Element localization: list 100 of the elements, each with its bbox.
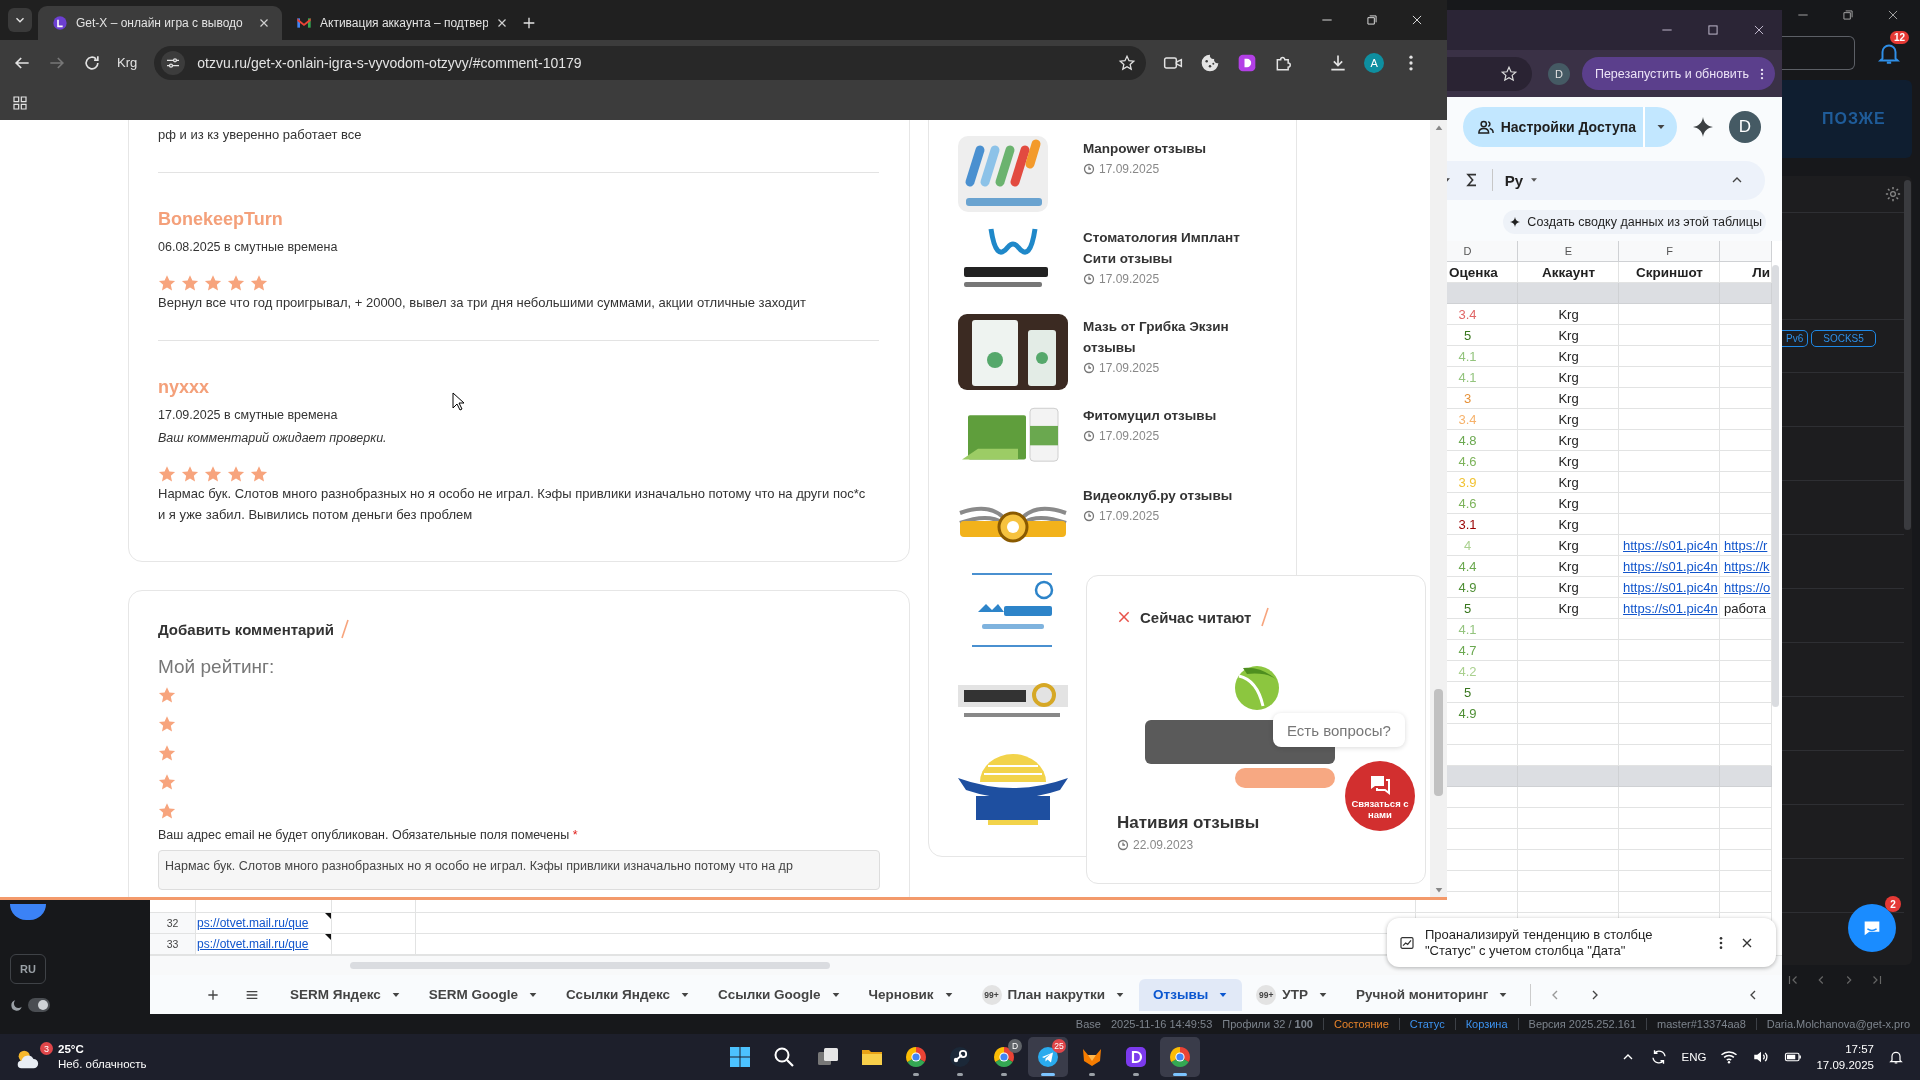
sheet-tab[interactable]: 99+ УТР bbox=[1242, 978, 1342, 1011]
close-icon[interactable] bbox=[1410, 13, 1424, 27]
star-icon[interactable] bbox=[1118, 53, 1137, 72]
score-cell: 4.7 bbox=[1458, 642, 1477, 658]
table-cell: Krg bbox=[1558, 306, 1579, 322]
cell-link[interactable]: ps://otvet.mail.ru/que bbox=[197, 916, 309, 930]
chat-prompt[interactable]: Есть вопросы? bbox=[1273, 713, 1405, 747]
cell-link[interactable]: https://k bbox=[1724, 558, 1770, 574]
theme-toggle[interactable] bbox=[28, 998, 50, 1012]
clock-date[interactable]: 17.09.2025 bbox=[1816, 1057, 1874, 1073]
site-settings-icon[interactable] bbox=[161, 50, 186, 75]
sheet-tab[interactable]: 99+ План накрутки bbox=[967, 978, 1140, 1011]
cell-link[interactable]: https://o bbox=[1724, 579, 1771, 595]
temperature-text[interactable]: 25°C bbox=[58, 1042, 147, 1057]
scroll-down-icon[interactable] bbox=[1433, 885, 1444, 895]
row-number[interactable]: 33 bbox=[150, 934, 196, 955]
status-text: Daria.Molchanova@get-x.pro bbox=[1755, 1018, 1910, 1030]
scrollbar-thumb[interactable] bbox=[350, 962, 830, 969]
profile-avatar[interactable]: D bbox=[1547, 62, 1570, 85]
row-number[interactable]: 32 bbox=[150, 913, 196, 934]
cell-link[interactable]: https://r bbox=[1724, 537, 1768, 553]
article-link[interactable]: Мазь от Грибка Экзин отзывы bbox=[1083, 316, 1276, 358]
suggestion-text: Проанализируй тенденцию в столбце "Статус" с учетом столбца "Дата" bbox=[1425, 926, 1654, 959]
browser-tab[interactable]: Get-X – онлайн игра с выводо bbox=[38, 6, 282, 40]
restore-icon[interactable] bbox=[1841, 8, 1855, 22]
article-link[interactable]: Нативия отзывы bbox=[1117, 812, 1260, 834]
star-icon[interactable] bbox=[158, 686, 176, 704]
profile-avatar[interactable]: A bbox=[1364, 52, 1385, 73]
article-link[interactable]: Видеоклуб.ру отзывы bbox=[1083, 485, 1276, 506]
status-link[interactable]: Статус bbox=[1398, 1018, 1445, 1030]
cell-link[interactable]: https://s01.pic4n bbox=[1623, 600, 1718, 616]
settings-icon[interactable] bbox=[1884, 185, 1902, 203]
toolbar-label[interactable]: Krg bbox=[117, 55, 138, 70]
avatar-icon[interactable] bbox=[10, 904, 46, 920]
status-link[interactable]: Состояние bbox=[1322, 1018, 1389, 1030]
column-letter[interactable]: D bbox=[1463, 245, 1472, 257]
suggestion-card[interactable]: Проанализируй тенденцию в столбце "Статус" с учетом столбца "Дата" bbox=[1387, 918, 1776, 967]
star-icon[interactable] bbox=[158, 802, 176, 820]
star-icon[interactable] bbox=[158, 744, 176, 762]
star-icon[interactable] bbox=[158, 773, 176, 791]
status-link[interactable]: Корзина bbox=[1454, 1018, 1508, 1030]
close-icon[interactable] bbox=[1752, 23, 1766, 37]
taskbar-button[interactable]: D bbox=[984, 1037, 1024, 1077]
article-link[interactable]: Manpower отзывы bbox=[1083, 138, 1276, 159]
article-link[interactable]: Стоматология Имплант Сити отзывы bbox=[1083, 227, 1276, 269]
cookie-icon[interactable] bbox=[1200, 52, 1221, 73]
column-letter[interactable]: F bbox=[1666, 245, 1673, 257]
cell-link[interactable]: https://s01.pic4n bbox=[1623, 579, 1718, 595]
scroll-up-icon[interactable] bbox=[1433, 123, 1444, 133]
input-tools-button[interactable]: Ру bbox=[1504, 171, 1539, 189]
scrollbar-thumb[interactable] bbox=[1904, 180, 1911, 530]
taskbar-button[interactable]: 25 bbox=[1028, 1037, 1068, 1077]
sheet-tab[interactable]: Черновик bbox=[854, 978, 968, 1011]
score-cell: 4 bbox=[1463, 537, 1472, 553]
relaunch-button[interactable]: Перезапустить и обновить bbox=[1581, 57, 1775, 90]
scrollbar-thumb[interactable] bbox=[1434, 689, 1443, 796]
slash-accent-icon bbox=[340, 619, 350, 639]
wifi-icon[interactable] bbox=[1720, 1048, 1739, 1066]
weather-text[interactable]: Неб. облачность bbox=[58, 1057, 147, 1072]
browser-tab[interactable]: Активация аккаунта – подтвер bbox=[282, 6, 520, 40]
table-cell: Krg bbox=[1558, 600, 1579, 616]
sheet-tab[interactable]: Ссылки Яндекс bbox=[552, 978, 705, 1011]
account-avatar[interactable]: D bbox=[1729, 111, 1761, 143]
sheet-tab[interactable]: SERM Google bbox=[414, 978, 553, 1011]
rounded-square-icon[interactable] bbox=[1237, 52, 1258, 73]
sheet-tab[interactable]: Ручной мониторинг bbox=[1341, 978, 1523, 1011]
cell-link[interactable]: ps://otvet.mail.ru/que bbox=[197, 937, 309, 951]
close-icon[interactable] bbox=[1886, 8, 1900, 22]
close-icon[interactable] bbox=[258, 17, 270, 29]
sheet-tab[interactable]: Отзывы bbox=[1139, 978, 1243, 1011]
scrollbar-track[interactable] bbox=[1430, 120, 1447, 897]
article-date: 22.09.2023 bbox=[1133, 838, 1194, 852]
product-photo[interactable] bbox=[958, 314, 1068, 390]
first-page-icon[interactable] bbox=[1786, 973, 1800, 987]
cell-link[interactable]: https://s01.pic4n bbox=[1623, 558, 1718, 574]
language-indicator[interactable]: ENG bbox=[1681, 1051, 1707, 1063]
share-button[interactable]: Настройки Доступа bbox=[1462, 107, 1677, 147]
summary-chip[interactable]: Создать сводку данных из этой таблицы bbox=[1503, 210, 1766, 234]
comment-field[interactable]: Нармас бук. Слотов много разнобразных но я особо не играл. Кэфы привлики изначально потому что на др bbox=[158, 850, 880, 890]
article-link[interactable]: Фитомуцил отзывы bbox=[1083, 405, 1276, 426]
restore-icon[interactable] bbox=[1365, 13, 1379, 27]
maximize-icon[interactable] bbox=[1706, 23, 1720, 37]
scrollbar-thumb[interactable] bbox=[1772, 265, 1779, 707]
tab-search-button[interactable] bbox=[8, 8, 32, 32]
clock-time[interactable]: 17:57 bbox=[1845, 1041, 1874, 1057]
star-icon[interactable] bbox=[1499, 64, 1518, 83]
taskbar-button[interactable] bbox=[1160, 1037, 1200, 1077]
address-bar[interactable]: otzvu.ru/get-x-onlain-igra-s-vyvodom-otzyvy/#comment-10179 bbox=[154, 45, 1147, 80]
language-button[interactable]: RU bbox=[10, 954, 46, 984]
notification-icon[interactable] bbox=[1888, 1049, 1904, 1065]
column-letter[interactable]: E bbox=[1564, 245, 1573, 257]
sheet-tab[interactable]: SERM Яндекс bbox=[276, 978, 415, 1011]
cell-link[interactable]: https://s01.pic4n bbox=[1623, 537, 1718, 553]
star-icon[interactable] bbox=[158, 715, 176, 733]
last-page-icon[interactable] bbox=[1870, 973, 1884, 987]
sheet-tab[interactable]: Ссылки Google bbox=[704, 978, 855, 1011]
new-tab-icon[interactable] bbox=[521, 15, 537, 31]
close-icon[interactable] bbox=[496, 17, 508, 29]
apps-grid-icon[interactable] bbox=[12, 94, 28, 111]
star-icon bbox=[250, 465, 268, 483]
